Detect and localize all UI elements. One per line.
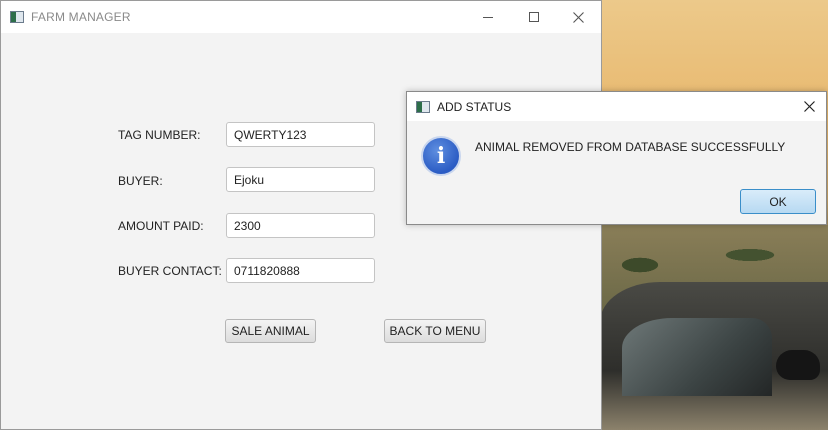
dialog-title: ADD STATUS xyxy=(437,99,512,114)
window-titlebar[interactable]: FARM MANAGER xyxy=(1,1,601,33)
wallpaper-car xyxy=(600,282,828,430)
app-icon xyxy=(10,11,24,23)
tag-number-label: TAG NUMBER: xyxy=(118,128,201,142)
buyer-input[interactable] xyxy=(226,167,375,192)
dialog-app-icon xyxy=(416,100,430,113)
add-status-dialog: ADD STATUS i ANIMAL REMOVED FROM DATABAS… xyxy=(406,91,827,225)
sale-animal-button[interactable]: SALE ANIMAL xyxy=(225,319,316,343)
amount-paid-input[interactable] xyxy=(226,213,375,238)
close-icon xyxy=(572,11,584,23)
maximize-button[interactable] xyxy=(511,1,557,33)
close-icon xyxy=(803,100,815,112)
window-title: FARM MANAGER xyxy=(31,10,131,24)
maximize-icon xyxy=(529,12,539,22)
tag-number-input[interactable] xyxy=(226,122,375,147)
back-to-menu-button[interactable]: BACK TO MENU xyxy=(384,319,486,343)
wallpaper-car-window xyxy=(622,318,772,396)
buyer-label: BUYER: xyxy=(118,174,163,188)
buyer-contact-label: BUYER CONTACT: xyxy=(118,264,222,278)
dialog-close-button[interactable] xyxy=(800,97,818,115)
buyer-contact-input[interactable] xyxy=(226,258,375,283)
dialog-message: ANIMAL REMOVED FROM DATABASE SUCCESSFULL… xyxy=(475,140,786,154)
close-button[interactable] xyxy=(555,1,601,33)
amount-paid-label: AMOUNT PAID: xyxy=(118,219,204,233)
ok-button[interactable]: OK xyxy=(740,189,816,214)
dialog-titlebar[interactable]: ADD STATUS xyxy=(407,92,826,121)
info-icon: i xyxy=(421,136,461,176)
minimize-icon xyxy=(483,16,493,18)
minimize-button[interactable] xyxy=(465,1,511,33)
wallpaper-car-mirror xyxy=(776,350,820,380)
